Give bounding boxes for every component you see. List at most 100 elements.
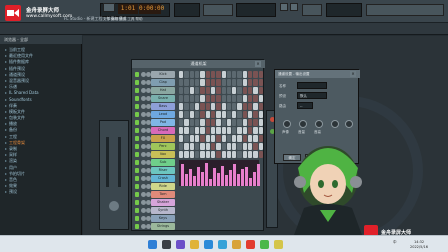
- velocity-bar[interactable]: [209, 179, 212, 186]
- channel-mute-icon[interactable]: [135, 112, 139, 117]
- step-button[interactable]: [216, 95, 221, 102]
- step-button[interactable]: [248, 103, 253, 110]
- toolbar-shortcuts[interactable]: [366, 4, 444, 16]
- channel-name-button[interactable]: Strings: [151, 223, 175, 230]
- channel-mute-icon[interactable]: [135, 160, 139, 165]
- expand-arrow-icon[interactable]: ▸: [5, 90, 7, 95]
- step-button[interactable]: [216, 87, 221, 94]
- step-button[interactable]: [242, 143, 248, 150]
- channel-rack-title[interactable]: 通道机架: [132, 60, 265, 68]
- step-button[interactable]: [189, 127, 194, 134]
- expand-arrow-icon[interactable]: ▸: [5, 115, 7, 120]
- channel-mute-icon[interactable]: [135, 80, 139, 85]
- step-button[interactable]: [210, 143, 216, 150]
- step-button[interactable]: [237, 119, 242, 126]
- step-button[interactable]: [216, 111, 221, 118]
- step-button[interactable]: [205, 111, 210, 118]
- taskview-icon[interactable]: [176, 240, 185, 249]
- velocity-bar[interactable]: [193, 176, 196, 186]
- expand-arrow-icon[interactable]: ▸: [5, 72, 7, 77]
- step-button[interactable]: [226, 151, 232, 158]
- step-button[interactable]: [237, 95, 242, 102]
- expand-arrow-icon[interactable]: ▸: [5, 59, 7, 64]
- expand-arrow-icon[interactable]: ▸: [5, 171, 7, 176]
- step-button[interactable]: [242, 111, 248, 118]
- step-button[interactable]: [248, 79, 253, 86]
- dialog-title[interactable]: 通道设置 - 输出设置: [275, 70, 360, 78]
- step-button[interactable]: [189, 79, 194, 86]
- step-button[interactable]: [205, 87, 210, 94]
- step-button[interactable]: [248, 119, 253, 126]
- menu-item-tools[interactable]: 工具: [127, 17, 134, 21]
- pan-knob[interactable]: [283, 120, 291, 128]
- step-button[interactable]: [210, 87, 216, 94]
- step-button[interactable]: [194, 143, 200, 150]
- expand-arrow-icon[interactable]: ▸: [5, 127, 7, 132]
- step-button[interactable]: [253, 95, 258, 102]
- close-icon[interactable]: ×: [350, 71, 356, 77]
- velocity-bar[interactable]: [241, 169, 244, 186]
- channel-name-button[interactable]: Clap: [151, 79, 175, 86]
- expand-arrow-icon[interactable]: ▸: [5, 140, 7, 145]
- step-button[interactable]: [179, 87, 184, 94]
- filter-knob[interactable]: [331, 120, 339, 128]
- step-button[interactable]: [237, 87, 242, 94]
- step-button[interactable]: [226, 95, 232, 102]
- step-button[interactable]: [194, 119, 200, 126]
- step-button[interactable]: [179, 79, 184, 86]
- expand-arrow-icon[interactable]: ▸: [5, 103, 7, 108]
- step-button[interactable]: [253, 135, 258, 142]
- step-button[interactable]: [200, 87, 205, 94]
- step-button[interactable]: [221, 111, 226, 118]
- expand-arrow-icon[interactable]: ▸: [5, 109, 7, 114]
- recorder-icon[interactable]: [246, 240, 255, 249]
- step-button[interactable]: [248, 135, 253, 142]
- pattern-selector[interactable]: [280, 3, 288, 11]
- step-button[interactable]: [242, 95, 248, 102]
- step-button[interactable]: [232, 87, 237, 94]
- menu-item-channels[interactable]: 通道: [119, 17, 126, 21]
- step-button[interactable]: [216, 103, 221, 110]
- step-button[interactable]: [258, 111, 263, 118]
- velocity-bar[interactable]: [205, 163, 208, 186]
- step-button[interactable]: [242, 87, 248, 94]
- step-button[interactable]: [189, 119, 194, 126]
- velocity-bar[interactable]: [245, 167, 248, 186]
- step-button[interactable]: [200, 79, 205, 86]
- step-button[interactable]: [184, 143, 189, 150]
- step-button[interactable]: [258, 143, 263, 150]
- velocity-bar[interactable]: [225, 175, 228, 186]
- step-button[interactable]: [226, 127, 232, 134]
- step-button[interactable]: [237, 127, 242, 134]
- step-button[interactable]: [184, 111, 189, 118]
- step-button[interactable]: [216, 71, 221, 78]
- velocity-bar[interactable]: [253, 172, 256, 186]
- step-button[interactable]: [237, 79, 242, 86]
- expand-arrow-icon[interactable]: ▸: [5, 183, 7, 188]
- step-button[interactable]: [184, 135, 189, 142]
- step-button[interactable]: [242, 127, 248, 134]
- step-button[interactable]: [194, 79, 200, 86]
- step-button[interactable]: [200, 119, 205, 126]
- step-button[interactable]: [253, 87, 258, 94]
- velocity-bar[interactable]: [217, 173, 220, 186]
- step-button[interactable]: [226, 143, 232, 150]
- record-controls[interactable]: [302, 4, 322, 16]
- browser-header[interactable]: 浏览器 - 全部: [0, 35, 82, 44]
- tempo-panel[interactable]: [174, 3, 200, 17]
- channel-mute-icon[interactable]: [135, 152, 139, 157]
- step-button[interactable]: [200, 127, 205, 134]
- step-button[interactable]: [248, 95, 253, 102]
- step-button[interactable]: [253, 111, 258, 118]
- channel-mute-icon[interactable]: [135, 168, 139, 173]
- step-button[interactable]: [205, 151, 210, 158]
- step-button[interactable]: [194, 103, 200, 110]
- expand-arrow-icon[interactable]: ▸: [5, 134, 7, 139]
- step-button[interactable]: [242, 103, 248, 110]
- channel-mute-icon[interactable]: [135, 120, 139, 125]
- channel-mute-icon[interactable]: [135, 104, 139, 109]
- preset-select[interactable]: 默认: [297, 92, 327, 99]
- edge-icon[interactable]: [204, 240, 213, 249]
- app2-icon[interactable]: [274, 240, 283, 249]
- step-button[interactable]: [226, 119, 232, 126]
